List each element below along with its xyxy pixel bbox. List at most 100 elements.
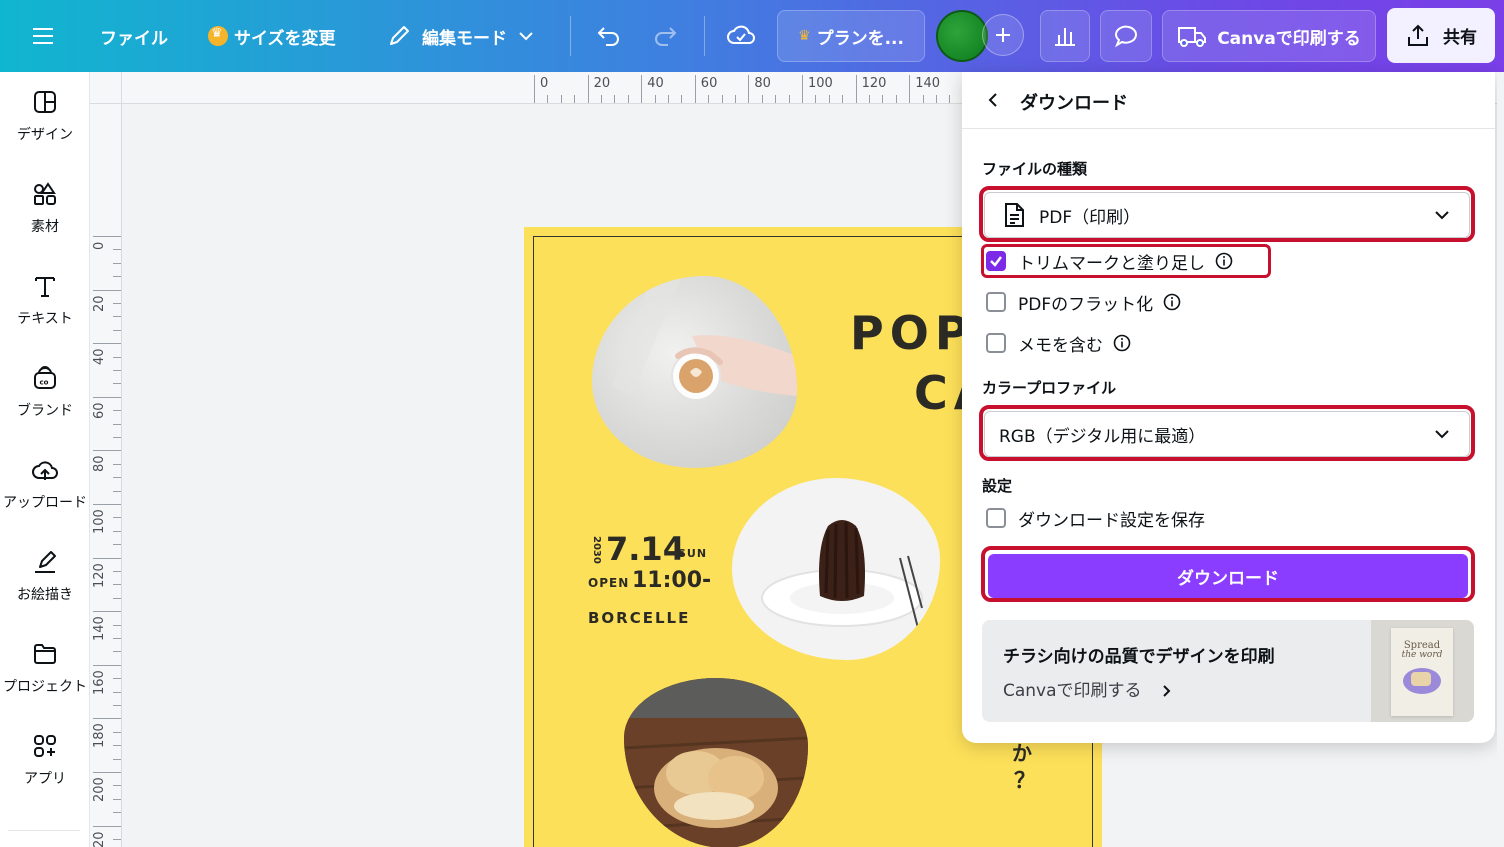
add-collaborator-button[interactable] [982, 14, 1024, 56]
ruler-label: 100 [92, 509, 107, 534]
ruler-minor-tick [113, 303, 121, 304]
poster-venue[interactable]: BORCELLE [588, 609, 690, 627]
print-promo-card[interactable]: チラシ向けの品質でデザインを印刷 Canvaで印刷する Spread the w… [982, 620, 1474, 722]
ruler-minor-tick [681, 95, 683, 103]
share-upload-icon [1408, 24, 1428, 46]
option-save-settings[interactable]: ダウンロード設定を保存 [986, 506, 1205, 531]
back-button[interactable] [982, 88, 1006, 112]
ruler-tick [93, 504, 121, 505]
flatten-pdf-checkbox[interactable] [986, 292, 1006, 312]
upload-icon [32, 461, 58, 480]
sidebar-item-projects[interactable]: プロジェクト [0, 624, 90, 712]
poster-date[interactable]: 7.14 [606, 530, 685, 568]
ruler-minor-tick [113, 584, 121, 586]
ruler-minor-tick [113, 490, 121, 492]
flatten-pdf-label: PDFのフラット化 [1018, 294, 1154, 315]
ruler-minor-tick [113, 262, 121, 264]
ruler-label: 60 [92, 402, 107, 419]
ruler-minor-tick [560, 95, 562, 103]
info-icon[interactable] [1215, 252, 1233, 270]
ruler-minor-tick [113, 839, 121, 840]
promo-title: チラシ向けの品質でデザインを印刷 [1003, 647, 1275, 667]
print-with-canva-button[interactable]: Canvaで印刷する [1162, 10, 1376, 62]
include-notes-checkbox[interactable] [986, 333, 1006, 353]
sidebar-item-label: アップロード [3, 495, 87, 511]
ruler-minor-tick [113, 624, 121, 626]
hamburger-icon[interactable] [30, 0, 56, 72]
poster-title-line1[interactable]: POP [850, 306, 975, 360]
cloud-save-button[interactable] [726, 0, 756, 72]
option-trim-marks[interactable]: トリムマークと塗り足し [986, 249, 1233, 274]
share-label: 共有 [1443, 28, 1477, 48]
ruler-tick [93, 450, 121, 452]
ruler-label: 180 [92, 723, 107, 749]
ruler-minor-tick [113, 678, 121, 680]
trim-marks-checkbox[interactable] [986, 251, 1006, 271]
sidebar-item-apps[interactable]: アプリ [0, 716, 90, 804]
sidebar-divider [8, 830, 80, 831]
ruler-label: 0 [92, 241, 107, 250]
include-notes-label: メモを含む [1018, 335, 1103, 356]
plan-button[interactable]: ♛ プランを... [777, 10, 925, 62]
sidebar-item-upload[interactable]: アップロード [0, 440, 90, 528]
ruler-tick [93, 236, 121, 237]
ruler-minor-tick [882, 95, 884, 103]
draw-icon [35, 551, 56, 573]
color-profile-select[interactable]: RGB（デジタル用に最適） [984, 411, 1470, 457]
sidebar-item-text[interactable]: テキスト [0, 256, 90, 344]
sidebar-item-brand[interactable]: co ブランド [0, 348, 90, 436]
save-settings-label: ダウンロード設定を保存 [1018, 510, 1205, 531]
sidebar-item-elements[interactable]: 素材 [0, 164, 90, 252]
elements-icon [34, 182, 56, 205]
file-menu-button[interactable]: ファイル [100, 0, 168, 72]
ruler-label: 80 [92, 455, 107, 473]
ruler-label: 0 [540, 76, 549, 91]
ruler-minor-tick [113, 463, 121, 465]
ruler-minor-tick [113, 544, 121, 546]
info-icon[interactable] [1163, 293, 1181, 311]
undo-icon [597, 27, 619, 46]
comment-icon [1114, 25, 1137, 48]
crown-icon: ♛ [798, 28, 811, 44]
insights-button[interactable] [1040, 10, 1090, 62]
info-icon[interactable] [1113, 334, 1131, 352]
ruler-minor-tick [113, 370, 121, 371]
ruler-minor-tick [627, 95, 629, 103]
option-flatten-pdf[interactable]: PDFのフラット化 [986, 290, 1181, 315]
resize-button[interactable]: サイズを変更 [208, 0, 336, 72]
file-type-label: ファイルの種類 [982, 160, 1088, 178]
download-button[interactable]: ダウンロード [988, 554, 1468, 598]
ruler-minor-tick [113, 517, 121, 519]
flyer-illustration-detail [1411, 672, 1431, 686]
edit-mode-button[interactable]: 編集モード [386, 0, 535, 72]
edit-mode-label: 編集モード [422, 28, 507, 49]
comment-button[interactable] [1100, 10, 1152, 62]
ruler-minor-tick [869, 95, 870, 103]
ruler-tick [802, 75, 803, 103]
ruler-tick [93, 772, 121, 773]
redo-button[interactable] [652, 0, 680, 72]
promo-link[interactable]: Canvaで印刷する [1003, 676, 1173, 701]
share-button[interactable]: 共有 [1387, 8, 1495, 63]
plan-label: プランを... [816, 28, 904, 49]
folder-icon [34, 644, 56, 664]
undo-button[interactable] [594, 0, 622, 72]
canvas-scroll-edge [1497, 72, 1504, 847]
ruler-tick [534, 75, 535, 103]
poster-weekday[interactable]: SUN [678, 547, 707, 560]
save-settings-checkbox[interactable] [986, 508, 1006, 528]
option-include-notes[interactable]: メモを含む [986, 331, 1131, 356]
poster-side-text-2[interactable]: ？ [1014, 763, 1036, 795]
file-type-select[interactable]: PDF（印刷） [984, 192, 1470, 238]
download-panel-header: ダウンロード [962, 72, 1495, 129]
sidebar-item-design[interactable]: デザイン [0, 72, 90, 160]
ruler-minor-tick [815, 95, 817, 103]
ruler-tick [93, 611, 121, 613]
poster-open-label[interactable]: OPEN [588, 576, 629, 590]
ruler-minor-tick [761, 95, 763, 103]
avatar[interactable] [936, 10, 988, 62]
poster-year[interactable]: 2030 [591, 536, 602, 564]
poster-time[interactable]: 11:00- [632, 568, 711, 593]
sidebar-item-draw[interactable]: お絵描き [0, 532, 90, 620]
ruler-label: 20 [593, 76, 611, 91]
